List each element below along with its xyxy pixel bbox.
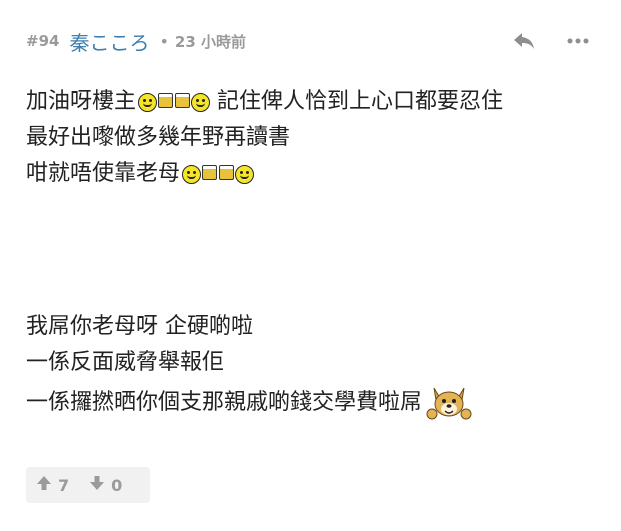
upvote-count: 7 [58,475,70,495]
line-text: 一係反面威脅舉報佢 [26,350,225,375]
header-actions [511,26,591,56]
smile-emote-icon [182,164,202,184]
line-text: 最好出嚟做多幾年野再讀書 [26,125,291,150]
line-text: 咁就唔使靠老母 [26,161,181,186]
smile-emote-icon [191,92,211,112]
content-line: 一係反面威脅舉報佢 [26,345,601,381]
post-number: #94 [26,32,60,50]
content-line: 最好出嚟做多幾年野再讀書 [26,120,601,156]
downvote-count: 0 [111,475,123,495]
post-header: #94 秦こころ • 23 小時前 [26,26,591,56]
reply-icon[interactable] [511,28,537,54]
emote-group [138,92,211,112]
content-line: 加油呀樓主 記住俾人恰到上心口都要忍住 [26,84,601,120]
downvote-button[interactable]: 0 [79,467,132,503]
line-text: 加油呀樓主 [26,89,137,114]
upvote-button[interactable]: 7 [26,467,79,503]
line-text: 記住俾人恰到上心口都要忍住 [210,89,504,114]
smile-emote-icon [138,92,158,112]
post-time: 23 小時前 [174,32,246,51]
line-text: 我屌你老母呀 企硬啲啦 [26,314,253,339]
blank-space [26,192,601,309]
dog-emote-icon [426,384,472,422]
arrow-up-icon [36,475,52,495]
beer-emote-icon [202,165,218,180]
smile-emote-icon [235,164,255,184]
emote-group [182,164,255,184]
content-line: 咁就唔使靠老母 [26,156,601,192]
vote-bar: 7 0 [26,467,150,503]
username-link[interactable]: 秦こころ [69,27,149,56]
beer-emote-icon [175,93,191,108]
line-text: 一係攞撚晒你個支那親戚啲錢交學費啦屌 [26,390,423,415]
separator-dot: • [159,31,169,51]
arrow-down-icon [89,475,105,495]
content-line: 我屌你老母呀 企硬啲啦 [26,309,601,345]
post-body: 加油呀樓主 記住俾人恰到上心口都要忍住 最好出嚟做多幾年野再讀書 咁就唔使靠老母… [26,84,601,425]
beer-emote-icon [219,165,235,180]
more-icon[interactable] [565,28,591,54]
beer-emote-icon [158,93,174,108]
content-line: 一係攞撚晒你個支那親戚啲錢交學費啦屌 [26,381,601,425]
